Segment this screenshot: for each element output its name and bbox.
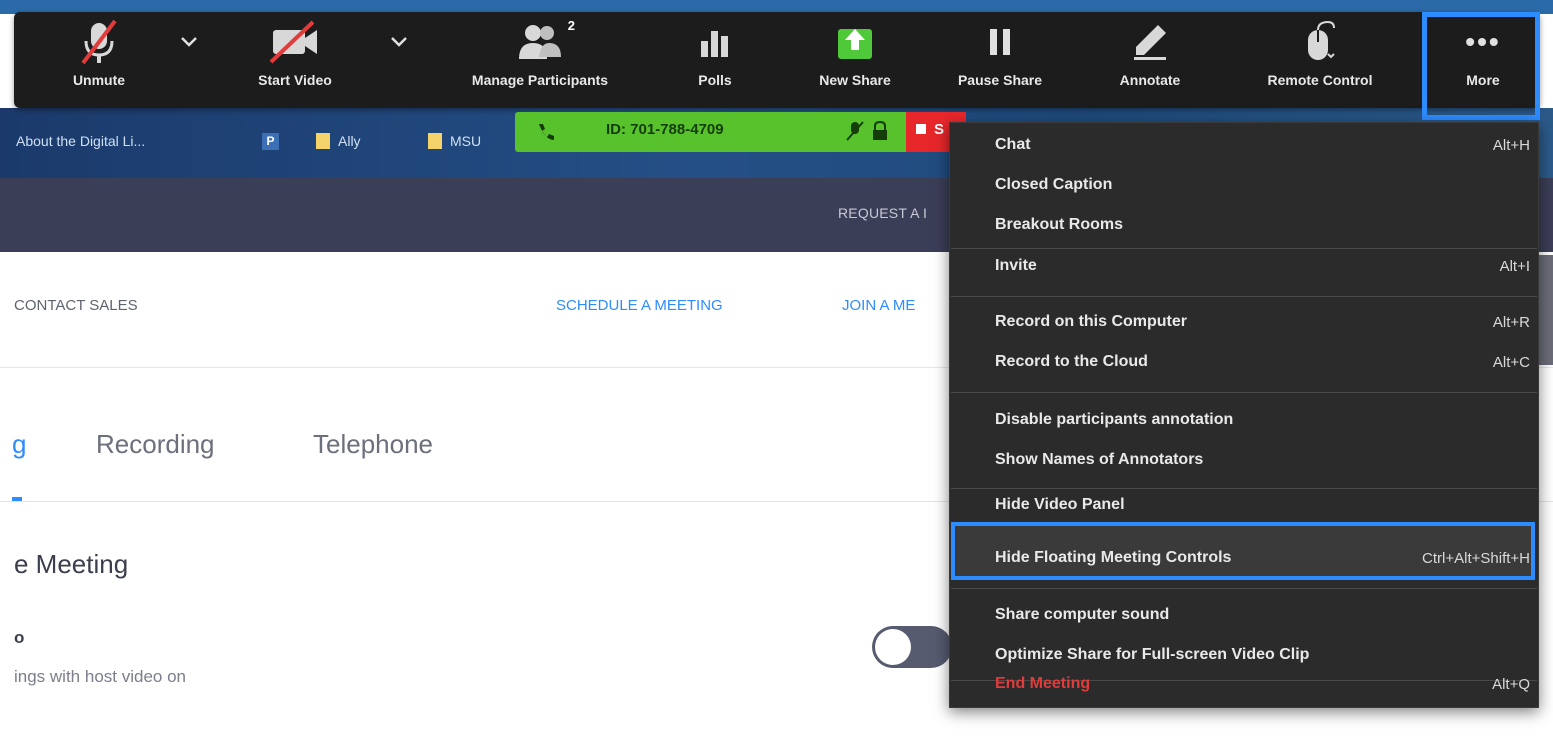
pause-share-button[interactable]: Pause Share [950, 14, 1050, 106]
menu-separator [951, 392, 1537, 393]
mouse-icon [1302, 14, 1338, 70]
menu-item-share-sound[interactable]: Share computer sound [995, 598, 1530, 632]
tab-recording[interactable]: Recording [96, 429, 215, 460]
menu-item-show-annotator-names[interactable]: Show Names of Annotators [995, 443, 1530, 477]
manage-participants-button[interactable]: 2 Manage Participants [440, 14, 640, 106]
tab-telephone[interactable]: Telephone [313, 429, 433, 460]
join-meeting-link[interactable]: JOIN A ME [842, 297, 915, 314]
audio-options-caret-icon[interactable] [178, 30, 200, 52]
toggle-knob [875, 629, 911, 665]
menu-item-invite[interactable]: Invite Alt+I [995, 249, 1530, 283]
stop-icon [916, 124, 926, 134]
schedule-meeting-link[interactable]: SCHEDULE A MEETING [556, 297, 723, 314]
bookmark-msu[interactable]: MSU [428, 133, 481, 149]
menu-item-chat[interactable]: Chat Alt+H [995, 128, 1530, 162]
polls-icon [698, 14, 732, 70]
host-video-toggle[interactable] [872, 626, 952, 668]
annotate-button[interactable]: Annotate [1100, 14, 1200, 106]
menu-item-breakout-rooms[interactable]: Breakout Rooms [995, 208, 1530, 242]
setting-description: ings with host video on [14, 667, 186, 686]
menu-separator [951, 296, 1537, 297]
meeting-id: ID: 701-788-4709 [606, 121, 724, 138]
tab-meeting[interactable]: g [12, 429, 26, 460]
request-link[interactable]: REQUEST A I [838, 205, 927, 221]
contact-sales-link[interactable]: CONTACT SALES [14, 297, 138, 314]
participant-count-badge: 2 [567, 18, 575, 33]
bookmark-p[interactable]: P [262, 133, 279, 150]
muted-microphone-icon [79, 14, 119, 70]
phone-icon [539, 124, 554, 140]
menu-separator [951, 588, 1537, 589]
menu-separator [951, 488, 1537, 489]
menu-item-record-cloud[interactable]: Record to the Cloud Alt+C [995, 345, 1530, 379]
share-screen-icon [836, 14, 874, 70]
mic-status-icon [846, 121, 864, 141]
active-tab-indicator [12, 497, 22, 501]
folder-icon [316, 133, 330, 149]
new-share-button[interactable]: New Share [800, 14, 910, 106]
more-button-highlight [1422, 12, 1540, 120]
lock-icon [873, 120, 887, 140]
menu-item-end-meeting[interactable]: End Meeting Alt+Q [995, 667, 1530, 701]
menu-item-hide-video-panel[interactable]: Hide Video Panel [995, 496, 1530, 518]
video-off-icon [267, 14, 323, 70]
video-options-caret-icon[interactable] [388, 30, 410, 52]
unmute-button[interactable]: Unmute [58, 14, 140, 106]
start-video-button[interactable]: Start Video [240, 14, 350, 106]
pause-icon [985, 14, 1015, 70]
bookmark-ally[interactable]: Ally [316, 133, 361, 149]
menu-item-record-computer[interactable]: Record on this Computer Alt+R [995, 305, 1530, 339]
remote-control-button[interactable]: Remote Control [1250, 14, 1390, 106]
section-title: e Meeting [14, 549, 129, 579]
setting-label: o [14, 628, 25, 647]
menu-item-disable-annotation[interactable]: Disable participants annotation [995, 403, 1530, 437]
participants-icon: 2 [517, 14, 575, 70]
polls-button[interactable]: Polls [680, 14, 750, 106]
folder-icon [428, 133, 442, 149]
menu-item-hide-floating-controls[interactable]: Hide Floating Meeting Controls Ctrl+Alt+S… [995, 541, 1530, 575]
bookmark-about-digital[interactable]: About the Digital Li... [16, 133, 145, 149]
menu-item-closed-caption[interactable]: Closed Caption [995, 168, 1530, 202]
pencil-icon [1130, 14, 1170, 70]
p-icon: P [262, 133, 279, 150]
